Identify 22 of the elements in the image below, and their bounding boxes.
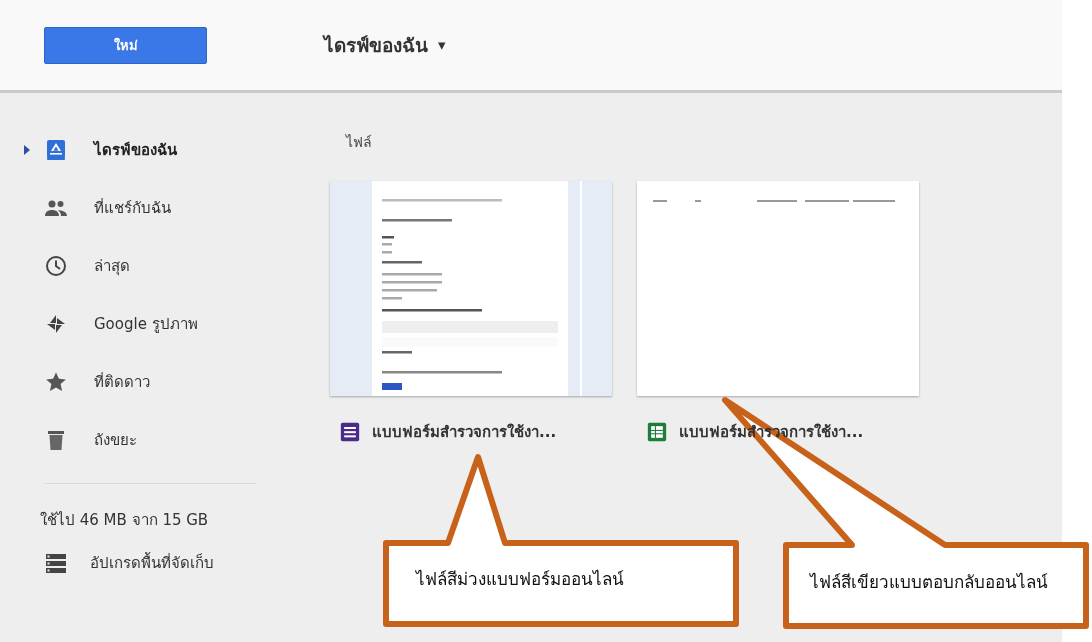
nav-item[interactable]: Google รูปภาพ (0, 295, 290, 353)
document-thumbnail[interactable] (637, 181, 919, 396)
form-file-icon (340, 422, 360, 442)
new-button[interactable]: ใหม่ (44, 26, 207, 64)
my-drive-menu[interactable]: ไดรฟ์ของฉัน ▾ (324, 30, 446, 60)
callout-text: ไฟล์สีม่วงแบบฟอร์มออนไลน์ (416, 568, 624, 591)
storage-usage: ใช้ไป 46 MB จาก 15 GB (39, 510, 210, 531)
drive-icon (44, 138, 68, 162)
nav-item[interactable]: ถังขยะ (0, 411, 290, 469)
nav-item[interactable]: ล่าสุด (0, 237, 290, 295)
file-name[interactable]: แบบฟอร์มสำรวจการใช้งา... (330, 420, 557, 444)
storage-icon (44, 551, 68, 575)
document-thumbnail[interactable] (330, 181, 612, 396)
clock-icon (44, 254, 68, 278)
selected-arrow-icon (24, 145, 30, 155)
callout-text: ไฟล์สีเขียวแบบตอบกลับออนไลน์ (810, 571, 1048, 594)
nav-item[interactable]: ไดรฟ์ของฉัน (0, 121, 290, 179)
spreadsheet-file-icon (647, 422, 667, 442)
nav-item[interactable]: ที่ติดดาว (0, 353, 290, 411)
upgrade-storage-link[interactable]: อัปเกรดพื้นที่จัดเก็บ (0, 538, 290, 588)
nav-item[interactable]: ที่แชร์กับฉัน (0, 179, 290, 237)
section-label: ไฟล์ (346, 133, 373, 152)
